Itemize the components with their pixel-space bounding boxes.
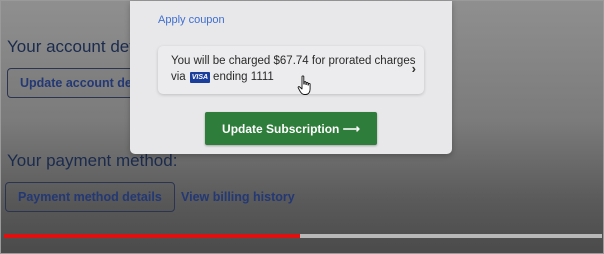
chevron-right-icon[interactable]: › [412,61,416,76]
charge-text: You will be charged $67.74 for prorated … [171,55,415,67]
subscription-modal: Apply coupon You will be charged $67.74 … [130,1,452,154]
charge-amount: $67.74 [273,55,309,67]
hand-pointer-icon [297,75,311,95]
via-label: via [171,71,186,83]
visa-card-icon: VISA [189,71,211,83]
card-ending: ending 1111 [213,71,274,83]
payment-source: via VISA ending 1111 [171,71,274,83]
video-progress-bar[interactable] [4,234,602,238]
payment-heading: Your payment method: [7,151,178,170]
charge-summary[interactable]: You will be charged $67.74 for prorated … [158,46,424,94]
charge-suffix: for prorated charges [311,55,416,67]
update-subscription-button[interactable]: Update Subscription ⟶ [205,112,377,145]
payment-method-button[interactable]: Payment method details [5,182,175,212]
video-frame: Your account details Update account deta… [0,0,604,254]
billing-history-link[interactable]: View billing history [181,190,295,204]
video-progress-fill [4,234,300,238]
charge-prefix: You will be charged [171,55,271,67]
apply-coupon-link[interactable]: Apply coupon [158,14,225,26]
